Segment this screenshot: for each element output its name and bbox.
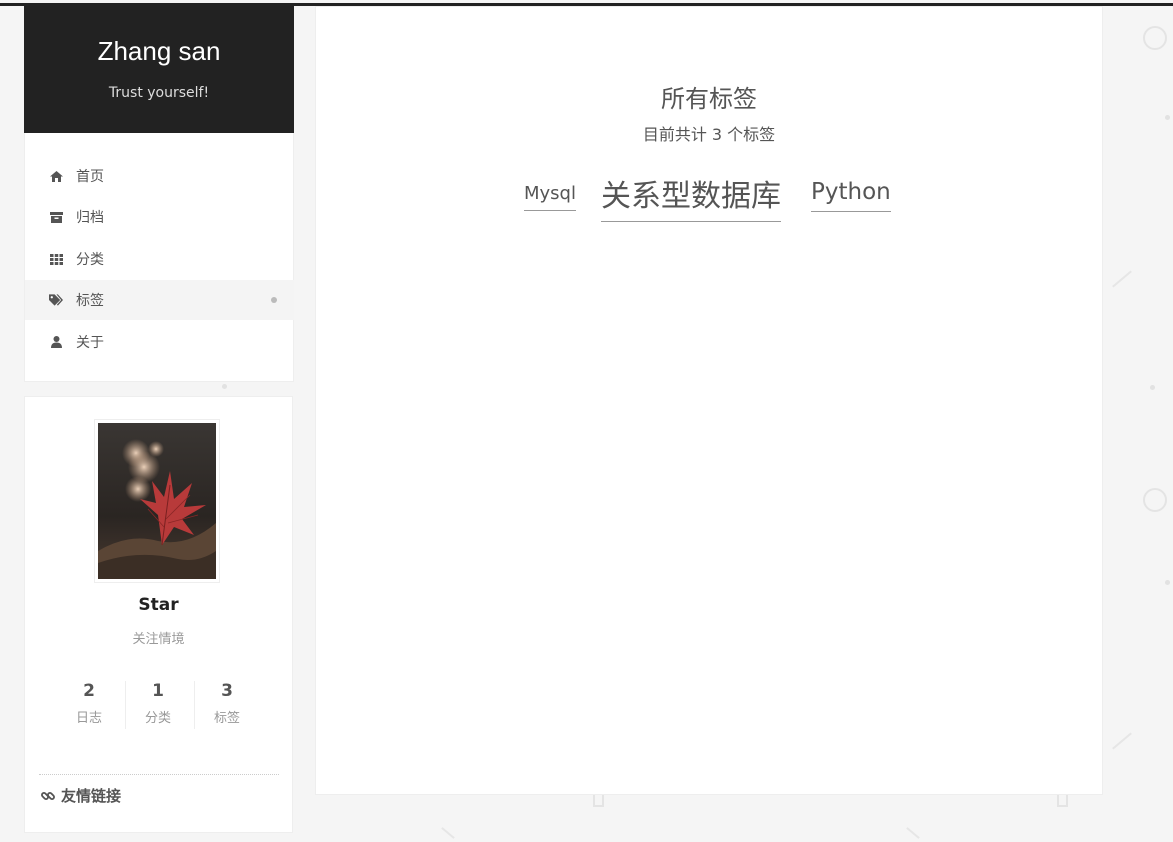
tag-link-python[interactable]: Python: [811, 179, 891, 212]
friend-links-label: 友情链接: [61, 787, 122, 805]
stat-label: 日志: [75, 711, 102, 726]
background-decoration: [1165, 580, 1170, 585]
tag-link-mysql[interactable]: Mysql: [524, 183, 576, 211]
stat-count: 1: [152, 681, 164, 701]
menu-item-tags[interactable]: 标签: [25, 280, 294, 320]
menu-item-label: 归档: [76, 210, 104, 226]
main-content: 所有标签 目前共计 3 个标签 Mysql 关系型数据库 Python: [315, 6, 1103, 795]
tag-count-text: 目前共计 3 个标签: [642, 125, 776, 144]
menu-item-label: 关于: [76, 335, 104, 351]
stat-count: 3: [221, 681, 233, 701]
menu-item-categories[interactable]: 分类: [25, 239, 294, 279]
menu-item-label: 首页: [76, 169, 104, 185]
site-title[interactable]: Zhang san: [24, 36, 294, 67]
stat-posts[interactable]: 2 日志: [55, 681, 123, 726]
background-decoration: [1165, 115, 1170, 120]
background-decoration: [1112, 732, 1132, 750]
background-decoration: [1143, 488, 1167, 512]
site-header: Zhang san Trust yourself!: [24, 6, 294, 133]
menu-item-archive[interactable]: 归档: [25, 197, 294, 237]
stat-label: 标签: [213, 711, 240, 726]
stat-tags[interactable]: 3 标签: [193, 681, 261, 726]
menu-item-about[interactable]: 关于: [25, 322, 294, 362]
user-icon: [49, 336, 63, 348]
background-decoration: [906, 827, 920, 839]
page-title: 所有标签: [661, 85, 757, 113]
author-description: 关注情境: [132, 632, 185, 647]
link-icon: [41, 789, 55, 803]
background-decoration: [1143, 26, 1167, 50]
friend-links-title: 友情链接: [41, 785, 121, 806]
menu-item-label: 标签: [76, 293, 104, 309]
active-indicator-dot: [271, 297, 277, 303]
stat-categories[interactable]: 1 分类: [124, 681, 192, 726]
background-decoration: [222, 384, 227, 389]
site-subtitle: Trust yourself!: [108, 85, 210, 101]
menu-item-home[interactable]: 首页: [25, 156, 294, 196]
background-decoration: [1057, 795, 1068, 807]
avatar: [94, 419, 220, 583]
archive-icon: [49, 211, 63, 223]
background-decoration: [1112, 270, 1132, 288]
background-decoration: [1150, 385, 1155, 390]
tags-icon: [49, 294, 63, 306]
grid-icon: [49, 253, 63, 265]
home-icon: [49, 170, 63, 182]
background-decoration: [441, 827, 455, 839]
background-decoration: [593, 795, 604, 807]
author-panel: Star 关注情境 2 日志 1 分类 3 标签 友情链接: [24, 396, 293, 833]
tag-link-relational-database[interactable]: 关系型数据库: [601, 171, 781, 222]
stat-count: 2: [83, 681, 95, 701]
links-separator: [39, 774, 279, 775]
menu-item-label: 分类: [76, 252, 104, 268]
stat-label: 分类: [144, 711, 171, 726]
author-name: Star: [138, 595, 179, 615]
sidebar-menu: 首页 归档 分类 标签 关于: [24, 133, 294, 382]
